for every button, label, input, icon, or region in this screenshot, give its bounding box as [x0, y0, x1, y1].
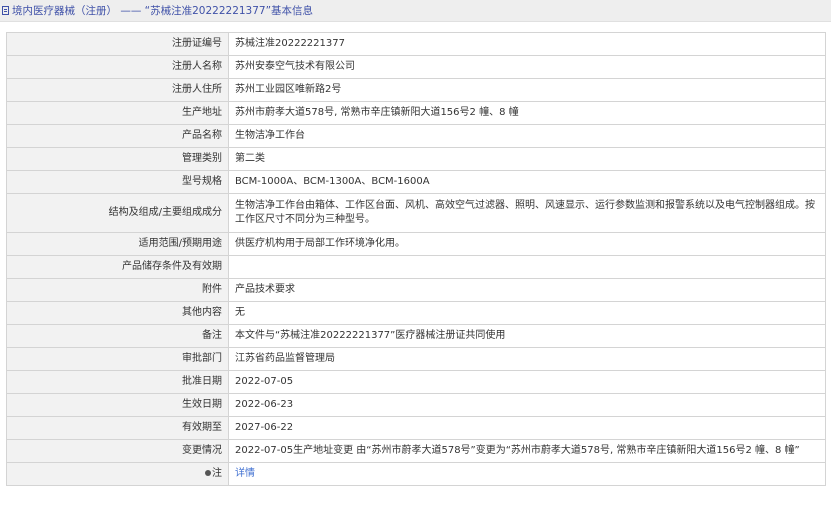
row-value: 2022-07-05 — [228, 370, 826, 394]
row-value: 供医疗机构用于局部工作环境净化用。 — [228, 232, 826, 256]
table-row: 批准日期 2022-07-05 — [6, 370, 826, 394]
row-label: 适用范围/预期用途 — [6, 232, 229, 256]
row-label: 其他内容 — [6, 301, 229, 325]
bullet-dot-icon — [205, 470, 211, 476]
table-row: 适用范围/预期用途 供医疗机构用于局部工作环境净化用。 — [6, 232, 826, 256]
row-label: 生效日期 — [6, 393, 229, 417]
row-value: BCM-1000A、BCM-1300A、BCM-1600A — [228, 170, 826, 194]
row-value — [228, 255, 826, 279]
page-header: 境内医疗器械（注册） —— “苏械注准20222221377”基本信息 — [0, 0, 831, 22]
info-table: 注册证编号 苏械注准20222221377 注册人名称 苏州安泰空气技术有限公司… — [6, 32, 826, 486]
table-row: 注册人名称 苏州安泰空气技术有限公司 — [6, 55, 826, 79]
row-value: 2027-06-22 — [228, 416, 826, 440]
document-icon — [2, 6, 9, 15]
note-label-cell: 注 — [6, 462, 229, 486]
row-label: 变更情况 — [6, 439, 229, 463]
table-row: 结构及组成/主要组成成分 生物洁净工作台由箱体、工作区台面、风机、高效空气过滤器… — [6, 193, 826, 233]
table-row: 附件 产品技术要求 — [6, 278, 826, 302]
row-value: 产品技术要求 — [228, 278, 826, 302]
page-title: 境内医疗器械（注册） —— “苏械注准20222221377”基本信息 — [2, 3, 313, 18]
row-value: 苏州工业园区唯新路2号 — [228, 78, 826, 102]
row-value: 2022-07-05生产地址变更 由“苏州市蔚孝大道578号”变更为“苏州市蔚孝… — [228, 439, 826, 463]
row-value: 苏械注准20222221377 — [228, 32, 826, 56]
row-label: 结构及组成/主要组成成分 — [6, 193, 229, 233]
table-row: 审批部门 江苏省药品监督管理局 — [6, 347, 826, 371]
table-row: 管理类别 第二类 — [6, 147, 826, 171]
table-row: 产品名称 生物洁净工作台 — [6, 124, 826, 148]
page-title-text: 境内医疗器械（注册） —— “苏械注准20222221377”基本信息 — [12, 5, 314, 17]
row-value: 生物洁净工作台 — [228, 124, 826, 148]
row-label: 注册人名称 — [6, 55, 229, 79]
row-label: 管理类别 — [6, 147, 229, 171]
row-label: 生产地址 — [6, 101, 229, 125]
table-row: 其他内容 无 — [6, 301, 826, 325]
table-row: 生效日期 2022-06-23 — [6, 393, 826, 417]
table-row: 注册人住所 苏州工业园区唯新路2号 — [6, 78, 826, 102]
row-value: 苏州市蔚孝大道578号, 常熟市辛庄镇新阳大道156号2 幢、8 幢 — [228, 101, 826, 125]
row-value: 无 — [228, 301, 826, 325]
row-value: 生物洁净工作台由箱体、工作区台面、风机、高效空气过滤器、照明、风速显示、运行参数… — [228, 193, 826, 233]
row-label: 备注 — [6, 324, 229, 348]
row-value: 本文件与“苏械注准20222221377”医疗器械注册证共同使用 — [228, 324, 826, 348]
details-link[interactable]: 详情 — [235, 468, 255, 479]
row-label: 注册证编号 — [6, 32, 229, 56]
row-label: 注册人住所 — [6, 78, 229, 102]
row-label: 批准日期 — [6, 370, 229, 394]
row-label: 有效期至 — [6, 416, 229, 440]
row-value: 苏州安泰空气技术有限公司 — [228, 55, 826, 79]
table-row: 型号规格 BCM-1000A、BCM-1300A、BCM-1600A — [6, 170, 826, 194]
row-value: 江苏省药品监督管理局 — [228, 347, 826, 371]
row-label: 型号规格 — [6, 170, 229, 194]
table-row: 注册证编号 苏械注准20222221377 — [6, 32, 826, 56]
row-value: 2022-06-23 — [228, 393, 826, 417]
row-label: 附件 — [6, 278, 229, 302]
table-row: 备注 本文件与“苏械注准20222221377”医疗器械注册证共同使用 — [6, 324, 826, 348]
note-label: 注 — [212, 468, 222, 479]
row-label: 审批部门 — [6, 347, 229, 371]
table-row: 生产地址 苏州市蔚孝大道578号, 常熟市辛庄镇新阳大道156号2 幢、8 幢 — [6, 101, 826, 125]
row-value: 第二类 — [228, 147, 826, 171]
note-row: 注 详情 — [6, 462, 826, 486]
note-value-cell: 详情 — [228, 462, 826, 486]
table-row: 有效期至 2027-06-22 — [6, 416, 826, 440]
table-row: 变更情况 2022-07-05生产地址变更 由“苏州市蔚孝大道578号”变更为“… — [6, 439, 826, 463]
table-row: 产品储存条件及有效期 — [6, 255, 826, 279]
row-label: 产品名称 — [6, 124, 229, 148]
row-label: 产品储存条件及有效期 — [6, 255, 229, 279]
